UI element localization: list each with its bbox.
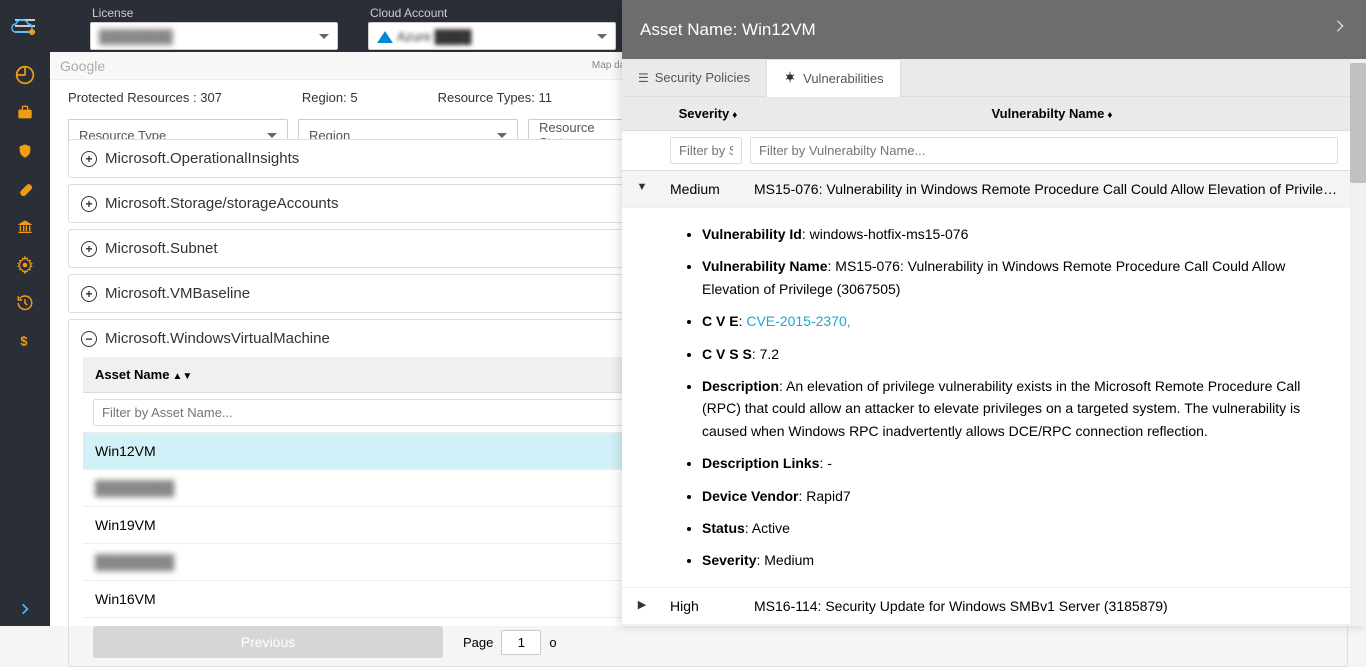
app-logo xyxy=(10,18,36,42)
col-severity[interactable]: Severity♦ xyxy=(662,97,754,130)
chevron-down-icon xyxy=(319,34,329,39)
vuln-list: ▼ Medium MS15-076: Vulnerability in Wind… xyxy=(622,171,1350,626)
list-icon: ☰ xyxy=(638,71,649,85)
license-label: License xyxy=(90,2,338,22)
filter-vuln-name[interactable] xyxy=(750,137,1338,164)
expand-icon[interactable]: ▶ xyxy=(622,598,662,611)
stat-types: Resource Types: 11 xyxy=(438,90,552,105)
nav-wrench[interactable] xyxy=(0,170,50,208)
detail-panel: Asset Name: Win12VM ☰ Security Policies … xyxy=(622,0,1366,626)
detail-title: Asset Name: Win12VM xyxy=(640,20,816,40)
nav-shield[interactable] xyxy=(0,132,50,170)
page-input[interactable] xyxy=(501,630,541,655)
scrollbar[interactable] xyxy=(1350,59,1366,626)
collapse-icon: − xyxy=(81,331,97,347)
vuln-filter-row xyxy=(622,131,1350,171)
stat-protected: Protected Resources : 307 xyxy=(68,90,222,105)
sort-icon: ▲▼ xyxy=(172,371,192,382)
azure-icon xyxy=(377,31,393,43)
vuln-table-header: Severity♦ Vulnerabilty Name♦ xyxy=(622,97,1350,131)
detail-tabs: ☰ Security Policies Vulnerabilities xyxy=(622,59,1350,97)
nav-history[interactable] xyxy=(0,284,50,322)
detail-header: Asset Name: Win12VM xyxy=(622,0,1366,59)
expand-icon: + xyxy=(81,286,97,302)
tab-security-policies[interactable]: ☰ Security Policies xyxy=(622,59,766,96)
nav-settings[interactable] xyxy=(0,246,50,284)
nav-billing[interactable]: $ xyxy=(0,322,50,360)
filter-severity[interactable] xyxy=(670,137,742,164)
col-vuln-name[interactable]: Vulnerabilty Name♦ xyxy=(754,97,1350,130)
svg-text:$: $ xyxy=(20,334,27,349)
sidebar-expand[interactable] xyxy=(0,602,50,616)
left-sidebar: $ xyxy=(0,52,50,626)
close-panel[interactable] xyxy=(1332,14,1348,45)
expand-icon: + xyxy=(81,241,97,257)
chevron-down-icon xyxy=(497,133,507,138)
expand-icon: + xyxy=(81,151,97,167)
stat-region: Region: 5 xyxy=(302,90,358,105)
google-logo: Google xyxy=(60,58,105,74)
cve-link[interactable]: CVE-2015-2370, xyxy=(746,313,850,329)
collapse-icon[interactable]: ▼ xyxy=(622,181,662,193)
chevron-down-icon xyxy=(267,133,277,138)
vuln-row[interactable]: ▼ Medium MS15-076: Vulnerability in Wind… xyxy=(622,171,1350,208)
vuln-row[interactable]: ▶ High MS16-114: Security Update for Win… xyxy=(622,588,1350,625)
bug-icon xyxy=(783,70,797,87)
license-select[interactable]: ████████ xyxy=(90,22,338,50)
prev-button[interactable]: Previous xyxy=(93,626,443,658)
expand-icon: + xyxy=(81,196,97,212)
nav-dashboard[interactable] xyxy=(0,56,50,94)
chevron-down-icon xyxy=(597,34,607,39)
vuln-details: Vulnerability Id: windows-hotfix-ms15-07… xyxy=(622,208,1350,588)
cloud-label: Cloud Account xyxy=(368,2,616,22)
tab-vulnerabilities[interactable]: Vulnerabilities xyxy=(766,59,900,97)
nav-briefcase[interactable] xyxy=(0,94,50,132)
cloud-account-select[interactable]: Azure ████ xyxy=(368,22,616,50)
nav-institution[interactable] xyxy=(0,208,50,246)
